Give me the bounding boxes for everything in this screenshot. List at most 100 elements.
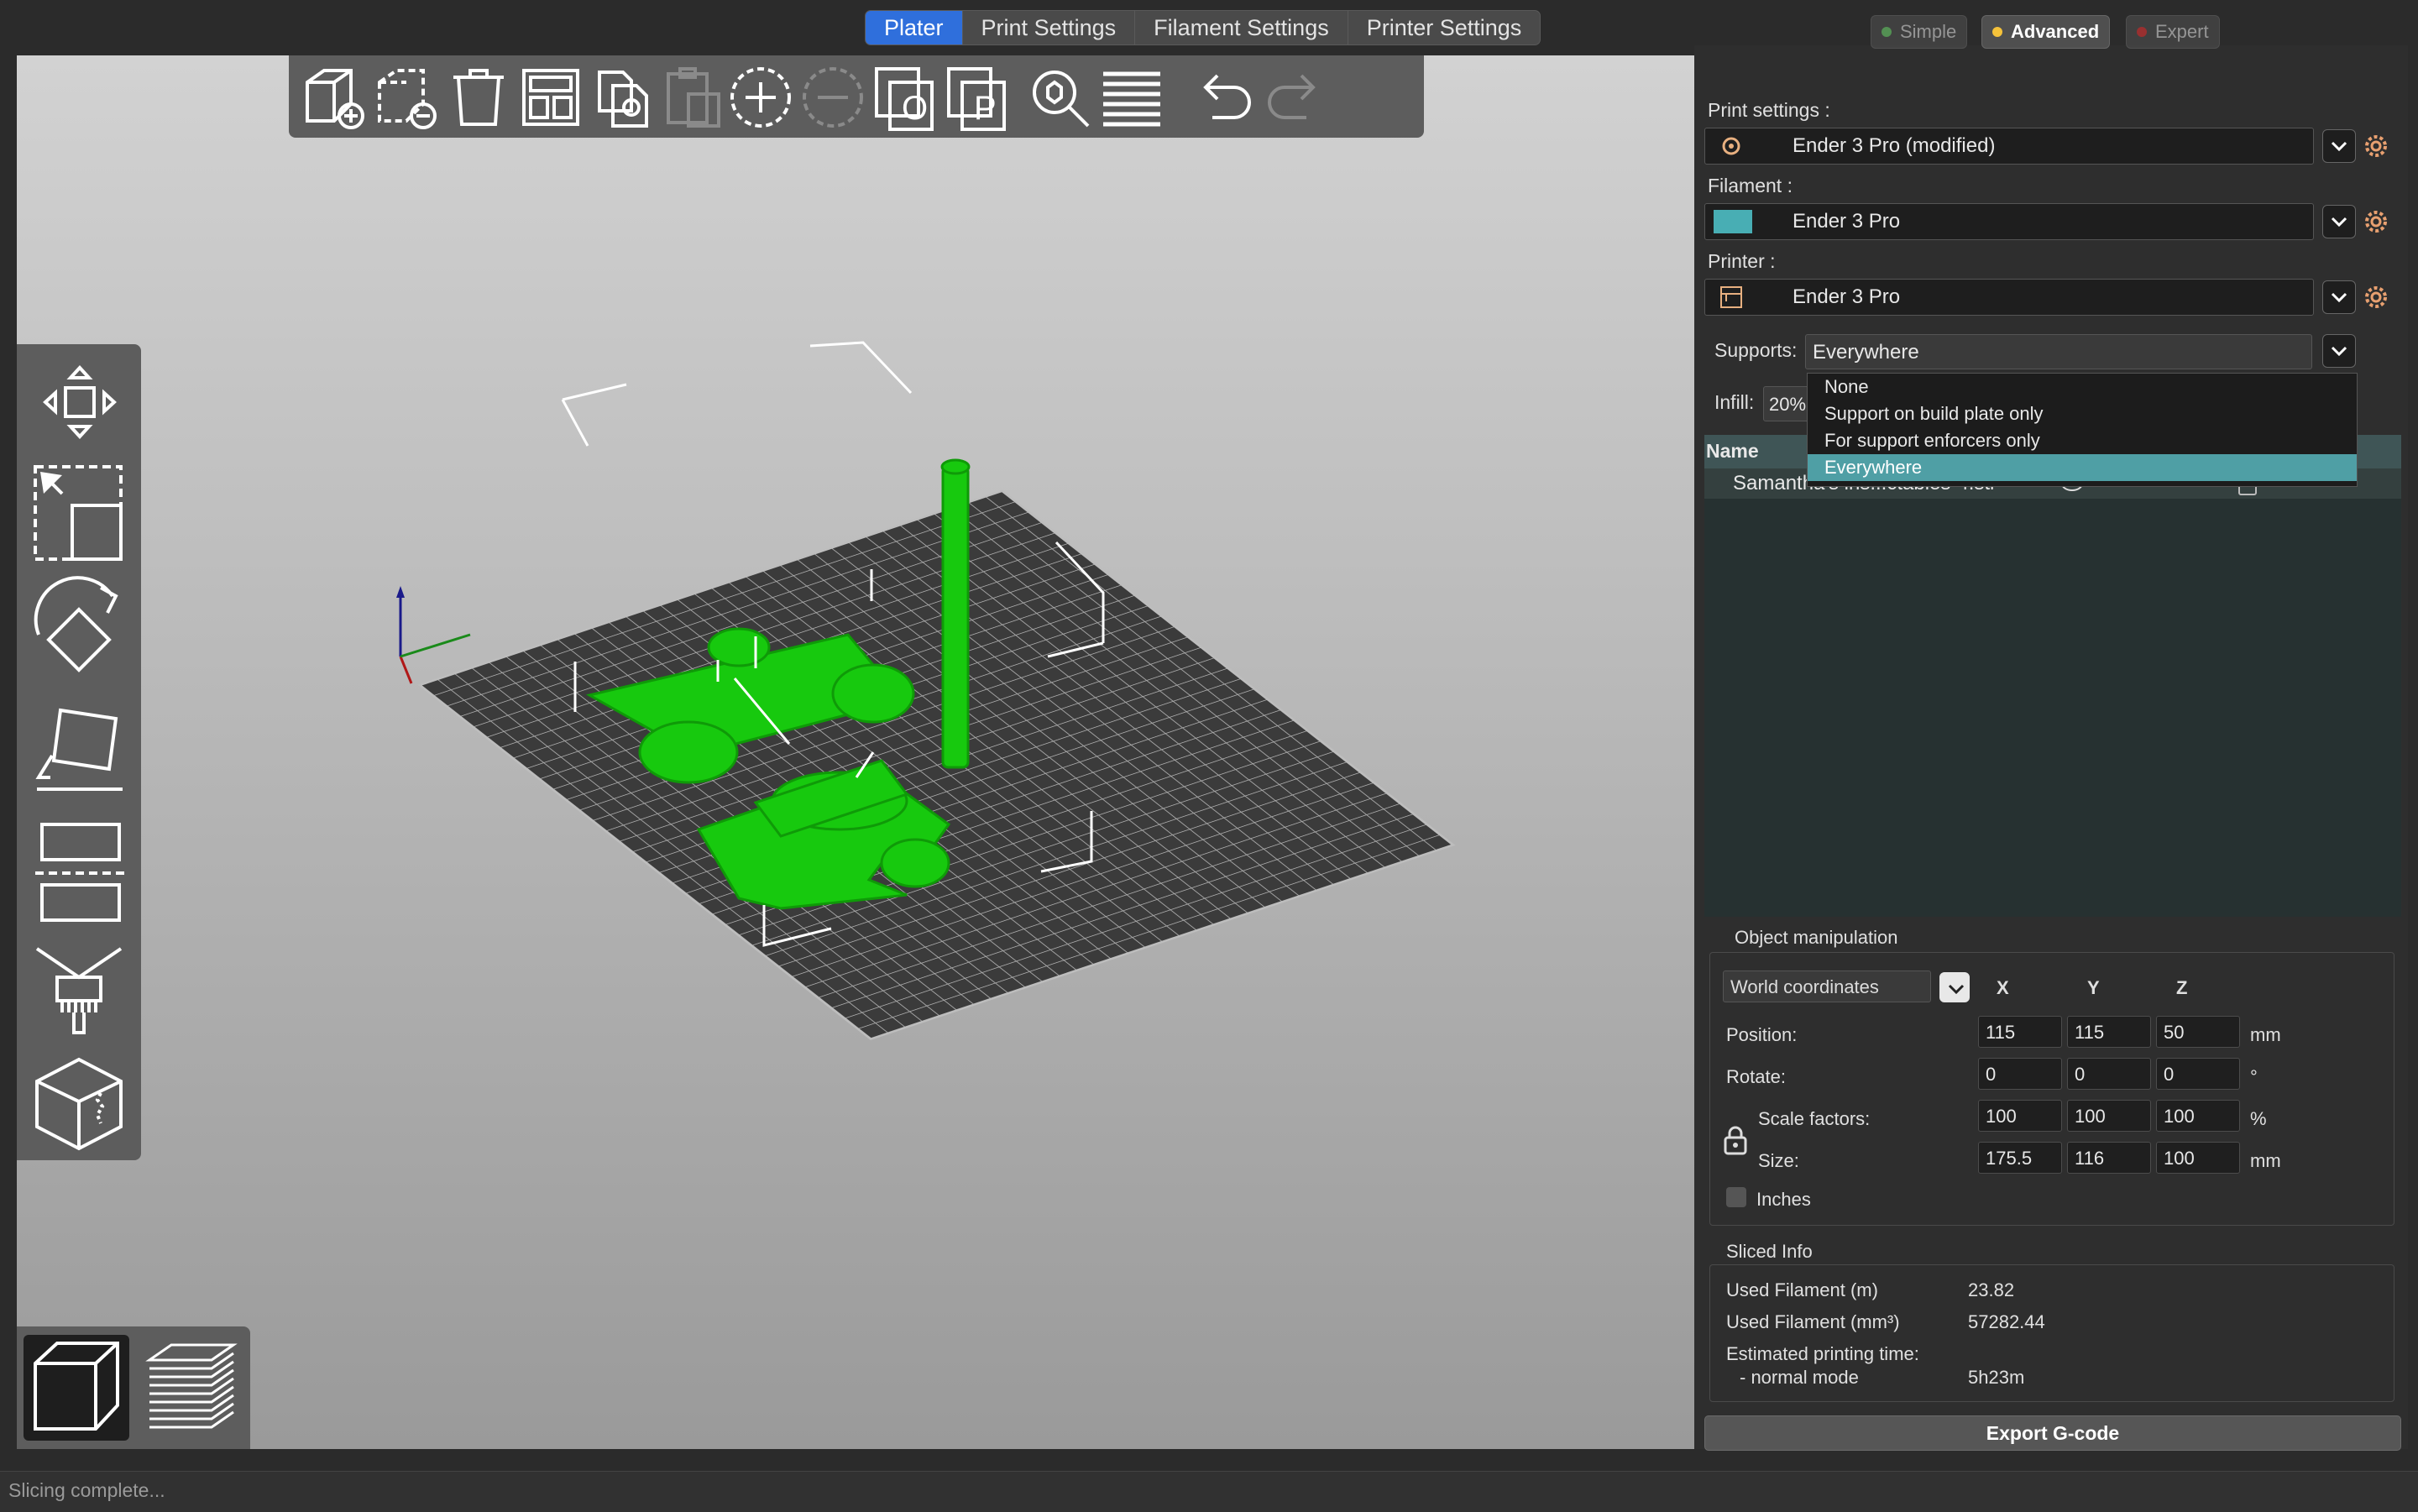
supports-dropdown[interactable] [2322, 334, 2356, 368]
layers-icon [1103, 71, 1160, 127]
print-gear-icon [1722, 137, 1740, 155]
arrange-button[interactable] [516, 62, 586, 133]
size-x-field[interactable]: 175.5 [1978, 1142, 2062, 1174]
size-label: Size: [1758, 1150, 1799, 1171]
undo-icon [1203, 74, 1251, 119]
filament-dropdown[interactable] [2322, 205, 2356, 238]
rotate-z-field[interactable]: 0 [2156, 1058, 2240, 1090]
add-cube-icon [306, 69, 364, 129]
mode-advanced-button[interactable]: Advanced [1981, 15, 2111, 49]
left-toolbar [17, 344, 141, 1160]
add-object-button[interactable] [299, 62, 369, 133]
preview-button[interactable] [138, 1335, 243, 1441]
print-settings-combo[interactable]: Ender 3 Pro (modified) [1704, 128, 2314, 165]
trash-icon [453, 69, 504, 126]
printer-gear-icon[interactable] [2361, 282, 2391, 312]
tab-print-settings[interactable]: Print Settings [963, 11, 1136, 44]
object-list[interactable] [1704, 435, 2401, 917]
position-unit: mm [2250, 1024, 2281, 1045]
copy-button[interactable] [588, 62, 658, 133]
filament-value: Ender 3 Pro [1793, 210, 1901, 233]
delete-all-button[interactable] [443, 62, 514, 133]
split-objects-button[interactable]: O [870, 62, 940, 133]
split-parts-button[interactable]: P [942, 62, 1013, 133]
export-gcode-button[interactable]: Export G-code [1704, 1415, 2401, 1451]
rotate-y-field[interactable]: 0 [2067, 1058, 2151, 1090]
coordinates-dropdown[interactable] [1939, 972, 1970, 1002]
copy-icon [598, 71, 648, 128]
paste-button [657, 62, 727, 133]
view-toggle [17, 1326, 250, 1449]
chevron-down-icon [2331, 346, 2347, 357]
position-x-field[interactable]: 115 [1978, 1016, 2062, 1048]
position-z-field[interactable]: 50 [2156, 1016, 2240, 1048]
mode-simple-label: Simple [1900, 21, 1957, 42]
infill-combo[interactable]: 20% [1763, 386, 1814, 421]
expert-dot-icon [2137, 27, 2147, 37]
chevron-down-icon [2331, 217, 2347, 228]
rotate-tool[interactable] [29, 576, 129, 683]
supports-option-enforcers[interactable]: For support enforcers only [1808, 427, 2357, 454]
filament-gear-icon[interactable] [2361, 207, 2391, 237]
move-tool[interactable] [29, 353, 129, 452]
add-instance-button[interactable] [725, 62, 796, 133]
supports-option-everywhere[interactable]: Everywhere [1808, 454, 2357, 481]
layers-editing-button[interactable] [1096, 62, 1167, 133]
undo-button[interactable] [1189, 62, 1259, 133]
supports-combo[interactable]: Everywhere [1805, 334, 2312, 369]
rotate-icon [34, 576, 118, 672]
main-tabs: Plater Print Settings Filament Settings … [865, 10, 1541, 45]
mode-advanced-label: Advanced [2011, 21, 2100, 42]
svg-text:P: P [974, 90, 997, 127]
place-on-face-tool[interactable] [29, 697, 129, 803]
position-y-field[interactable]: 115 [2067, 1016, 2151, 1048]
scale-x-field[interactable]: 100 [1978, 1100, 2062, 1132]
print-settings-dropdown[interactable] [2322, 129, 2356, 163]
paint-supports-tool[interactable] [29, 942, 129, 1043]
coordinates-combo[interactable]: World coordinates [1723, 971, 1931, 1002]
size-y-field[interactable]: 116 [2067, 1142, 2151, 1174]
build-plate [417, 489, 1456, 1041]
delete-object-button[interactable] [371, 62, 442, 133]
status-text: Slicing complete... [8, 1479, 165, 1501]
cut-tool[interactable] [29, 814, 129, 932]
mode-simple-button[interactable]: Simple [1871, 15, 1968, 49]
3d-view-button[interactable] [24, 1335, 129, 1441]
scale-z-field[interactable]: 100 [2156, 1100, 2240, 1132]
paint-brush-icon [35, 947, 123, 1034]
scale-y-field[interactable]: 100 [2067, 1100, 2151, 1132]
search-button[interactable] [1024, 62, 1095, 133]
tab-plater[interactable]: Plater [866, 11, 963, 44]
simple-dot-icon [1882, 27, 1892, 37]
rotate-x-field[interactable]: 0 [1978, 1058, 2062, 1090]
filament-combo[interactable]: Ender 3 Pro [1704, 203, 2314, 240]
printer-combo[interactable]: Ender 3 Pro [1704, 279, 2314, 316]
print-settings-gear-icon[interactable] [2361, 131, 2391, 161]
mode-expert-button[interactable]: Expert [2126, 15, 2220, 49]
tab-printer-settings[interactable]: Printer Settings [1348, 11, 1541, 44]
supports-option-build-plate[interactable]: Support on build plate only [1808, 400, 2357, 427]
move-icon [43, 365, 117, 439]
remove-instance-button [798, 62, 868, 133]
tab-filament-settings[interactable]: Filament Settings [1135, 11, 1348, 44]
lock-icon[interactable] [1723, 1125, 1748, 1155]
size-z-field[interactable]: 100 [2156, 1142, 2240, 1174]
scale-tool[interactable] [29, 460, 129, 566]
layers-preview-icon [145, 1343, 238, 1429]
inches-checkbox[interactable] [1726, 1187, 1746, 1207]
seam-tool[interactable] [29, 1049, 129, 1154]
used-filament-mm3-label: Used Filament (mm³) [1726, 1311, 1900, 1332]
cut-icon [35, 823, 124, 922]
printer-dropdown[interactable] [2322, 280, 2356, 314]
3d-viewport[interactable] [17, 55, 1694, 1449]
scale-unit: % [2250, 1108, 2267, 1129]
sliced-info-title: Sliced Info [1726, 1241, 1813, 1262]
infill-label: Infill: [1714, 391, 1755, 413]
inches-label: Inches [1756, 1189, 1811, 1210]
remove-instance-icon [803, 67, 863, 128]
scale-icon [34, 465, 123, 561]
scale-label: Scale factors: [1758, 1108, 1871, 1129]
chevron-down-icon [2331, 141, 2347, 152]
supports-option-none[interactable]: None [1808, 374, 2357, 400]
svg-text:O: O [902, 90, 928, 127]
